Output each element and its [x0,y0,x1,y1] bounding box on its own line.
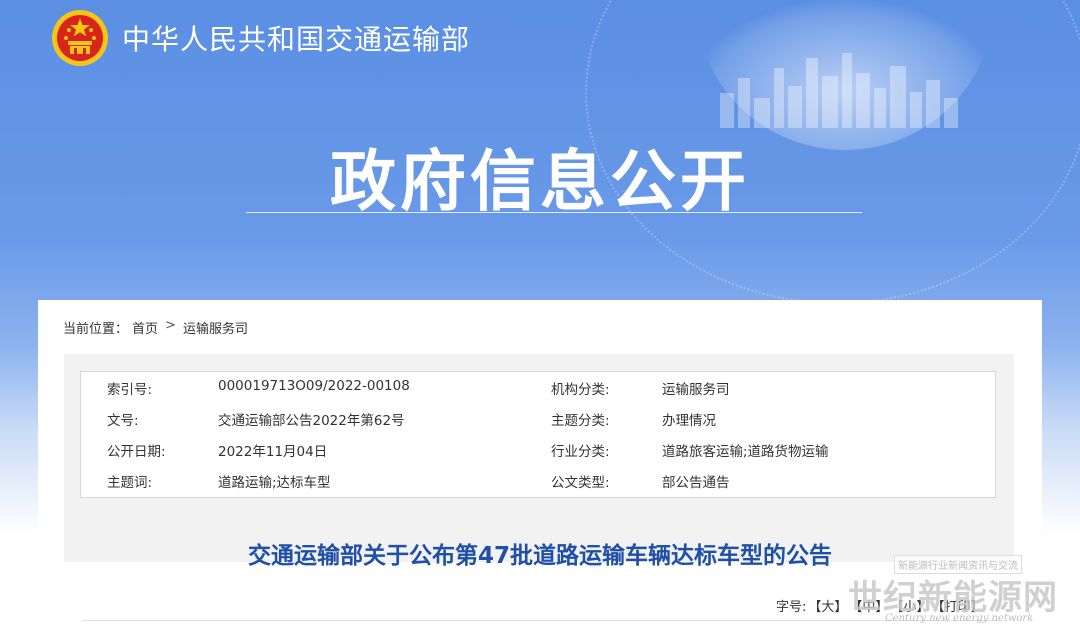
font-size-label: 字号: [776,600,807,615]
meta-value: 运输服务司 [662,382,730,398]
meta-value: 道路旅客运输;道路货物运输 [662,444,829,460]
meta-label: 公开日期: [107,444,166,460]
city-skyline-icon [720,53,958,128]
meta-value: 道路运输;达标车型 [218,475,331,491]
ministry-title[interactable]: 中华人民共和国交通运输部 [122,18,470,58]
metadata-row: 索引号: 000019713O09/2022-00108 机构分类: 运输服务司 [81,372,995,403]
breadcrumb-dept-link[interactable]: 运输服务司 [183,318,248,337]
meta-label: 公文类型: [551,475,610,491]
meta-label: 索引号: [107,382,153,398]
metadata-table: 索引号: 000019713O09/2022-00108 机构分类: 运输服务司… [80,371,996,498]
meta-label: 主题分类: [551,413,610,429]
meta-label: 文号: [107,413,139,429]
watermark: 世纪新能源网 [848,578,1058,618]
meta-value: 2022年11月04日 [218,444,328,460]
national-emblem-icon[interactable] [50,8,110,68]
breadcrumb-separator: > [165,318,176,333]
content-divider [82,620,998,621]
metadata-row: 文号: 交通运输部公告2022年第62号 主题分类: 办理情况 [81,403,995,434]
meta-value: 办理情况 [662,413,716,429]
title-underline [246,212,862,213]
watermark-subtext: Century new energy network [885,613,1034,624]
metadata-row: 公开日期: 2022年11月04日 行业分类: 道路旅客运输;道路货物运输 [81,434,995,465]
breadcrumb-home-link[interactable]: 首页 [132,318,158,337]
section-title: 政府信息公开 [330,143,750,220]
font-size-large-button[interactable]: 【大】 [808,596,847,615]
meta-value: 部公告通告 [662,475,730,491]
meta-label: 主题词: [107,475,153,491]
meta-label: 行业分类: [551,444,610,460]
meta-value: 交通运输部公告2022年第62号 [218,413,405,429]
breadcrumb-prefix: 当前位置： [63,322,129,337]
site-header: 中华人民共和国交通运输部 [50,8,470,68]
metadata-row: 主题词: 道路运输;达标车型 公文类型: 部公告通告 [81,465,995,496]
meta-label: 机构分类: [551,382,610,398]
breadcrumb: 当前位置： 首页 > 运输服务司 [63,318,248,337]
metadata-container: 索引号: 000019713O09/2022-00108 机构分类: 运输服务司… [64,354,1014,562]
meta-value: 000019713O09/2022-00108 [218,378,410,394]
